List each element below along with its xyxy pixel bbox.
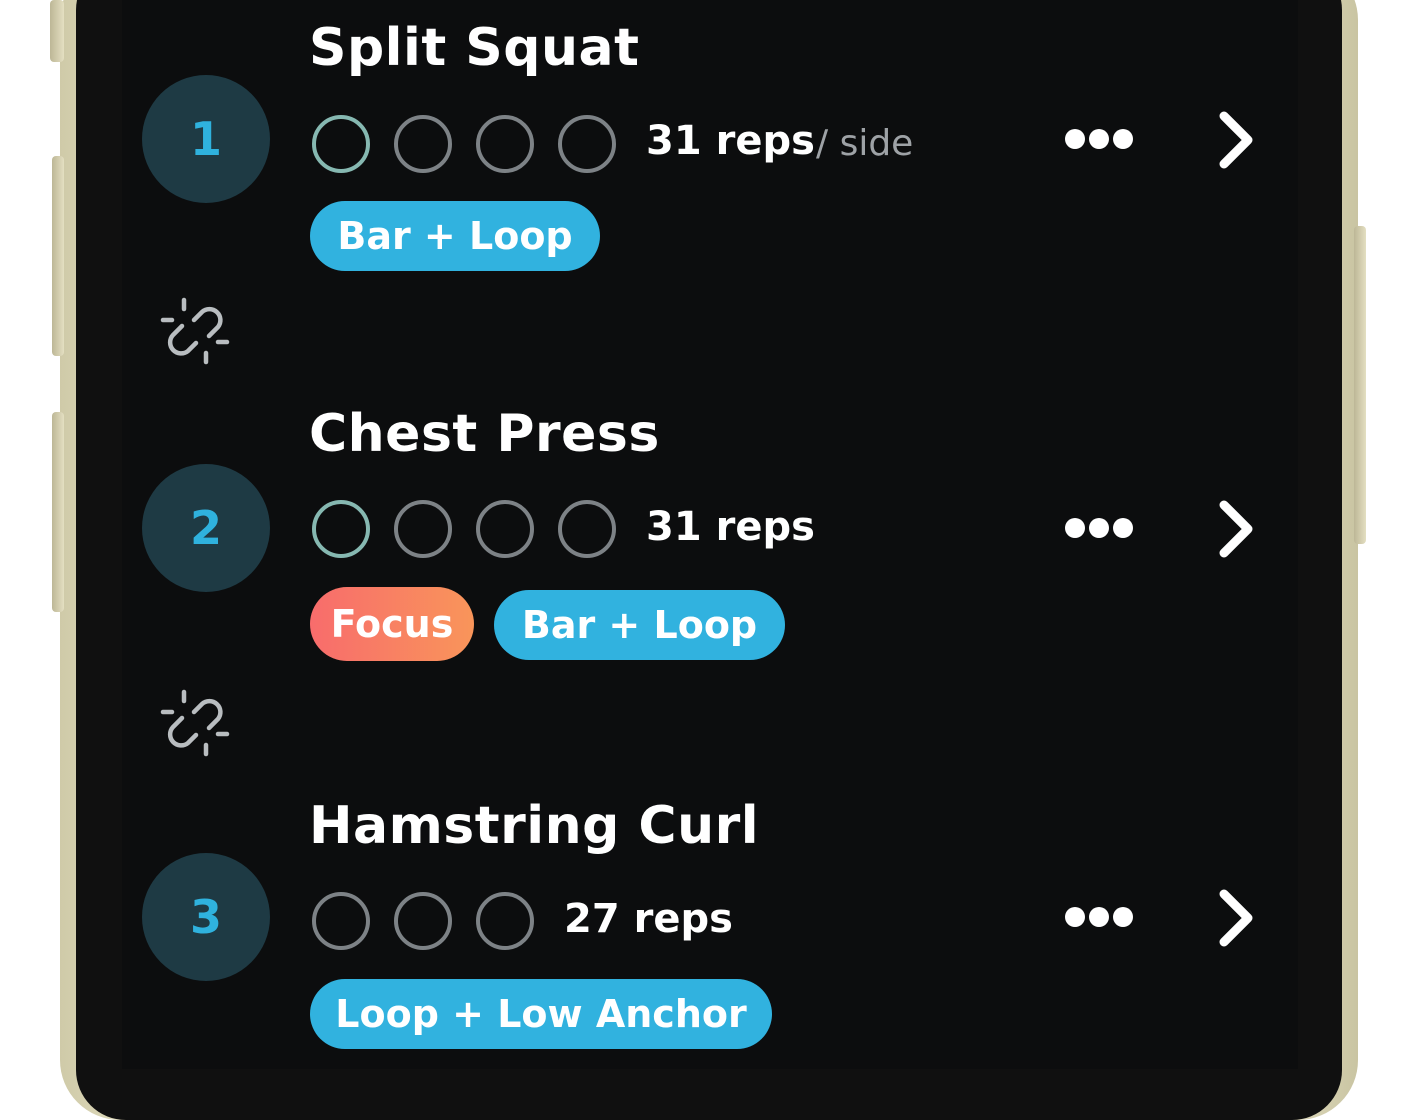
- unlink-icon[interactable]: [160, 688, 230, 758]
- set-checkbox[interactable]: [312, 115, 370, 173]
- set-checkbox[interactable]: [558, 500, 616, 558]
- phone-power-button: [1354, 226, 1366, 544]
- equipment-tag: Loop + Low Anchor: [310, 979, 772, 1049]
- phone-volume-down-button: [52, 412, 64, 612]
- focus-tag: Focus: [310, 587, 474, 661]
- set-checkbox[interactable]: [312, 892, 370, 950]
- exercise-title: Hamstring Curl: [309, 796, 760, 856]
- chevron-right-icon[interactable]: [1214, 499, 1258, 559]
- reps-label: 31 reps: [646, 504, 815, 550]
- exercise-number-badge: 3: [142, 853, 270, 981]
- reps-label: 31 reps: [646, 118, 815, 164]
- exercise-number-badge: 2: [142, 464, 270, 592]
- phone-volume-up-button: [52, 156, 64, 356]
- unlink-icon[interactable]: [160, 296, 230, 366]
- set-checkbox[interactable]: [558, 115, 616, 173]
- exercise-number-badge: 1: [142, 75, 270, 203]
- set-checkbox[interactable]: [312, 500, 370, 558]
- set-checkbox[interactable]: [394, 892, 452, 950]
- chevron-right-icon[interactable]: [1214, 888, 1258, 948]
- ellipsis-icon[interactable]: [1065, 129, 1135, 151]
- set-checkbox[interactable]: [476, 892, 534, 950]
- equipment-tag: Bar + Loop: [310, 201, 600, 271]
- set-checkbox[interactable]: [476, 115, 534, 173]
- per-side-label: / side: [816, 123, 914, 164]
- set-checkbox[interactable]: [476, 500, 534, 558]
- set-checkbox[interactable]: [394, 500, 452, 558]
- phone-side-button: [50, 0, 64, 62]
- workout-exercise-list: Split Squat 1 31 reps / side Bar + Loop …: [122, 0, 1298, 1069]
- chevron-right-icon[interactable]: [1214, 110, 1258, 170]
- ellipsis-icon[interactable]: [1065, 907, 1135, 929]
- set-checkbox[interactable]: [394, 115, 452, 173]
- exercise-title: Split Squat: [309, 18, 640, 78]
- exercise-title: Chest Press: [309, 404, 660, 464]
- ellipsis-icon[interactable]: [1065, 518, 1135, 540]
- equipment-tag: Bar + Loop: [494, 590, 785, 660]
- reps-label: 27 reps: [564, 896, 733, 942]
